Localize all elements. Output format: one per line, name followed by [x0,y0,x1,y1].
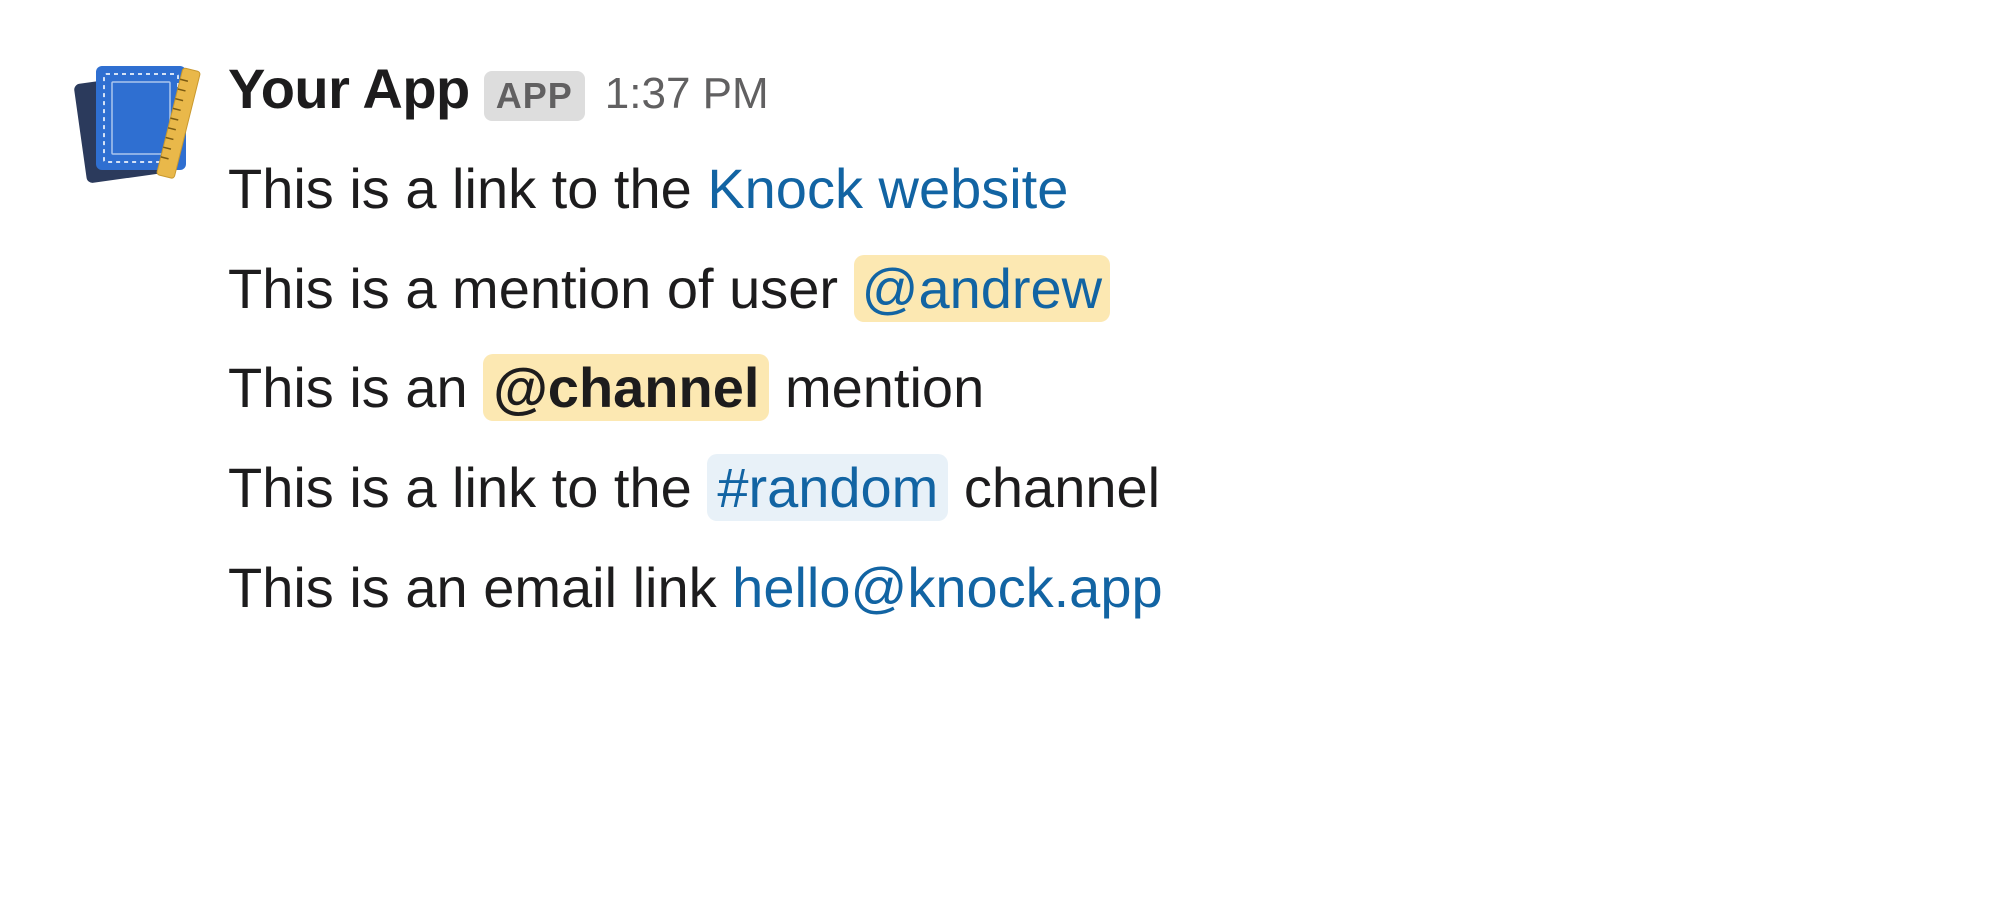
email-link[interactable]: hello@knock.app [732,556,1162,619]
text-segment: mention [769,356,984,419]
blueprint-icon [74,56,204,186]
message-line-2: This is a mention of user @andrew [228,239,1926,339]
text-segment: channel [948,456,1160,519]
message-line-1: This is a link to the Knock website [228,139,1926,239]
user-mention[interactable]: @andrew [854,255,1111,322]
text-segment: This is a mention of user [228,257,854,320]
message-header: Your App APP 1:37 PM [228,56,1926,121]
sender-name[interactable]: Your App [228,56,470,121]
text-segment: This is an email link [228,556,732,619]
text-segment: This is a link to the [228,456,707,519]
channel-link[interactable]: #random [707,454,948,521]
app-avatar[interactable] [74,56,204,186]
message-timestamp[interactable]: 1:37 PM [605,69,769,119]
text-segment: This is an [228,356,483,419]
text-segment: This is a link to the [228,157,707,220]
message-content: Your App APP 1:37 PM This is a link to t… [228,56,1926,637]
message-line-3: This is an @channel mention [228,338,1926,438]
message-line-4: This is a link to the #random channel [228,438,1926,538]
slack-message: Your App APP 1:37 PM This is a link to t… [0,0,2000,693]
message-line-5: This is an email link hello@knock.app [228,538,1926,638]
channel-broadcast-mention[interactable]: @channel [483,354,769,421]
website-link[interactable]: Knock website [707,157,1068,220]
app-badge: APP [484,71,585,121]
